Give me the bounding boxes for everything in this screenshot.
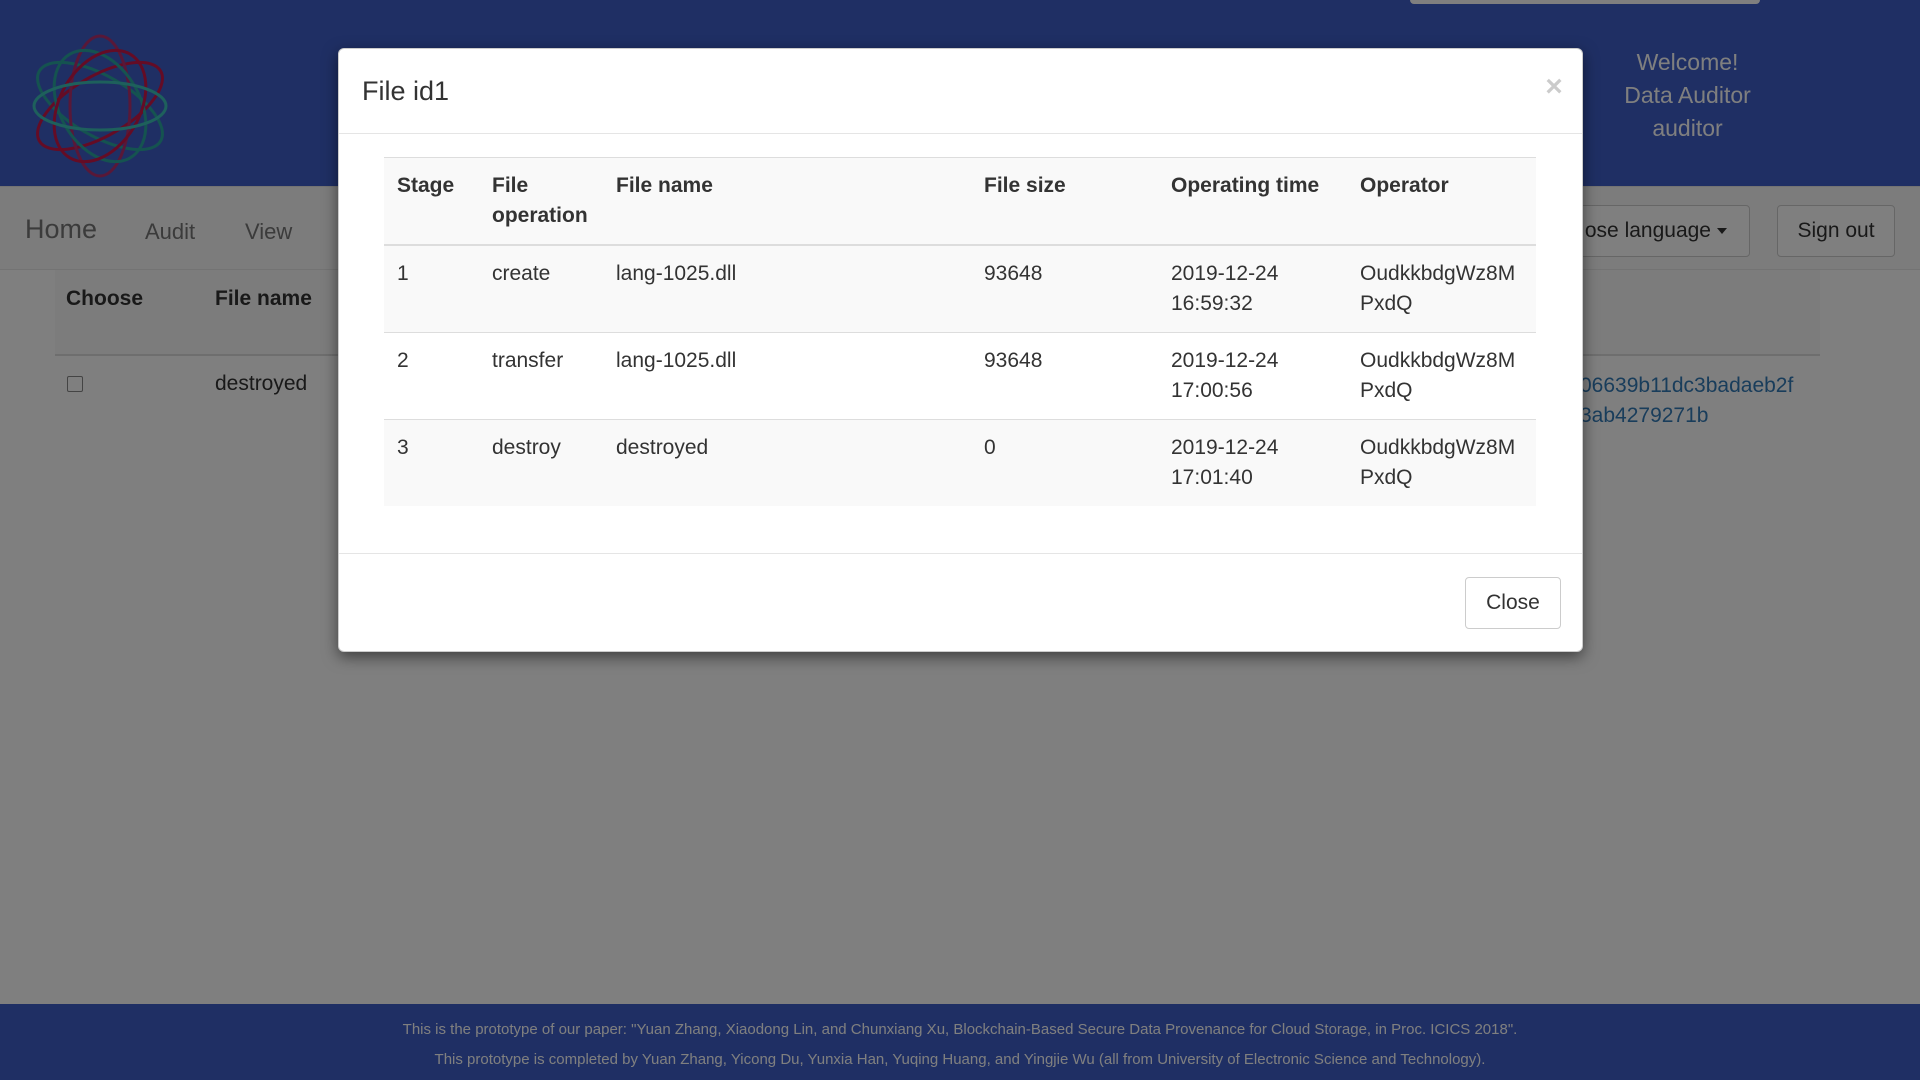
file-history-modal: File id1 × Stage File operation File nam… <box>338 48 1583 652</box>
modal-title: File id1 <box>362 76 450 106</box>
operator-part2: PxdQ <box>1360 466 1413 489</box>
cell-stage: 3 <box>384 419 479 506</box>
column-header-file-name: File name <box>603 157 971 246</box>
cell-operation: transfer <box>479 332 603 420</box>
time-date: 2019-12-24 <box>1171 262 1279 285</box>
operator-part2: PxdQ <box>1360 379 1413 402</box>
modal-body: Stage File operation File name File size… <box>339 135 1582 601</box>
cell-file-name: lang-1025.dll <box>603 332 971 420</box>
column-header-stage: Stage <box>384 157 479 246</box>
cell-stage: 1 <box>384 244 479 333</box>
cell-file-name: lang-1025.dll <box>603 244 971 333</box>
cell-file-name: destroyed <box>603 419 971 506</box>
cell-file-size: 93648 <box>971 244 1158 333</box>
modal-header: File id1 × <box>339 49 1582 134</box>
modal-footer: Close <box>339 553 1582 653</box>
cell-operator: OudkkbdgWz8M PxdQ <box>1347 244 1536 333</box>
column-header-operating-time: Operating time <box>1158 157 1347 246</box>
time-clock: 17:01:40 <box>1171 466 1253 489</box>
operator-part1: OudkkbdgWz8M <box>1360 262 1516 285</box>
cell-operation: destroy <box>479 419 603 506</box>
cell-file-size: 0 <box>971 419 1158 506</box>
operator-part1: OudkkbdgWz8M <box>1360 436 1516 459</box>
time-date: 2019-12-24 <box>1171 436 1279 459</box>
cell-operation: create <box>479 244 603 333</box>
column-header-operator: Operator <box>1347 157 1536 246</box>
cell-operator: OudkkbdgWz8M PxdQ <box>1347 332 1536 420</box>
time-clock: 16:59:32 <box>1171 292 1253 315</box>
cell-operator: OudkkbdgWz8M PxdQ <box>1347 419 1536 506</box>
column-header-file-operation: File operation <box>479 157 603 246</box>
time-date: 2019-12-24 <box>1171 349 1279 372</box>
cell-operating-time: 2019-12-24 17:01:40 <box>1158 419 1347 506</box>
operator-part2: PxdQ <box>1360 292 1413 315</box>
table-row: 3 destroy destroyed 0 2019-12-24 17:01:40… <box>384 419 1536 506</box>
operator-part1: OudkkbdgWz8M <box>1360 349 1516 372</box>
cell-operating-time: 2019-12-24 17:00:56 <box>1158 332 1347 420</box>
cell-stage: 2 <box>384 332 479 420</box>
close-button[interactable]: Close <box>1465 577 1561 629</box>
cell-file-size: 93648 <box>971 332 1158 420</box>
column-header-file-size: File size <box>971 157 1158 246</box>
table-row: 1 create lang-1025.dll 93648 2019-12-24 1… <box>384 244 1536 333</box>
table-header-row: Stage File operation File name File size… <box>384 157 1536 246</box>
table-row: 2 transfer lang-1025.dll 93648 2019-12-2… <box>384 332 1536 420</box>
file-history-table: Stage File operation File name File size… <box>384 157 1536 506</box>
time-clock: 17:00:56 <box>1171 379 1253 402</box>
cell-operating-time: 2019-12-24 16:59:32 <box>1158 244 1347 333</box>
close-icon[interactable]: × <box>1539 67 1569 107</box>
